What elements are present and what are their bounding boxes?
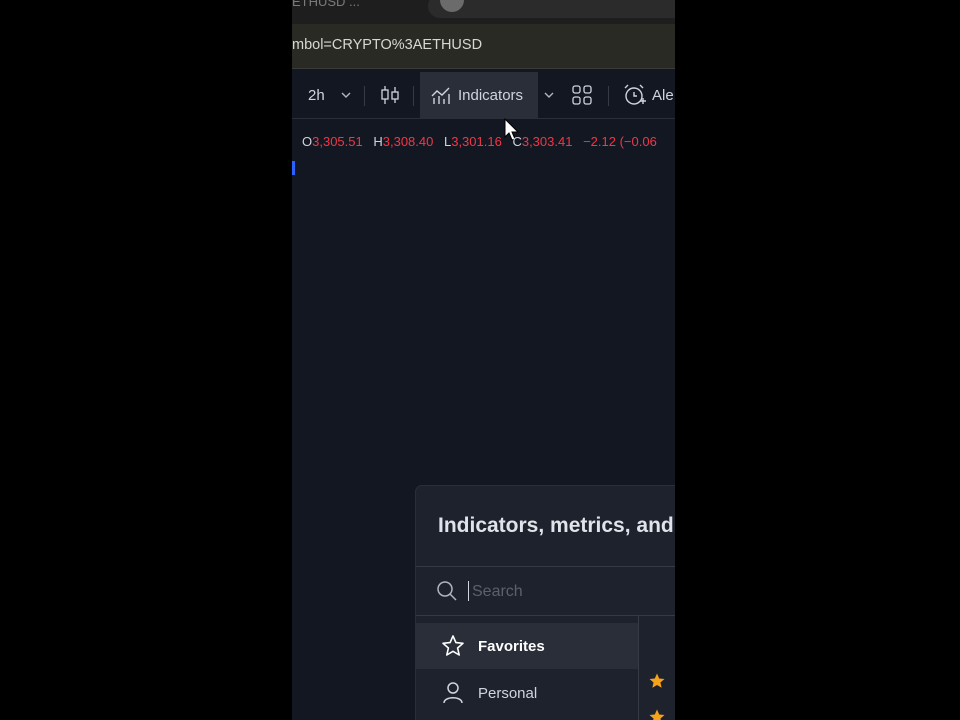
star-outline-icon (440, 634, 466, 658)
browser-tab-title[interactable]: ETHUSD ... (292, 0, 360, 9)
dialog-sidebar: Favorites Personal (416, 615, 639, 720)
grid-layout-icon (572, 85, 592, 105)
candlestick-icon (381, 86, 399, 104)
indicators-label: Indicators (458, 86, 524, 104)
address-bar[interactable]: mbol=CRYPTO%3AETHUSD (292, 24, 675, 69)
open-value: 3,305.51 (312, 134, 363, 149)
interval-dropdown-button[interactable] (340, 72, 352, 118)
indicators-button[interactable]: Indicators (420, 72, 538, 118)
sidebar-item-label: Favorites (478, 637, 545, 655)
high-value: 3,308.40 (382, 134, 434, 149)
open-label: O (302, 134, 313, 149)
sidebar-item-label: Personal (478, 684, 538, 702)
search-input[interactable] (470, 577, 675, 607)
toolbar-divider (413, 86, 414, 106)
sidebar-item-personal[interactable]: Personal (416, 670, 638, 716)
low-value: 3,301.16 (451, 134, 502, 149)
favorite-star-icon[interactable] (648, 708, 666, 720)
ohlc-legend: O3,305.51 H3,308.40 L3,301.16 C3,303.41 … (302, 134, 657, 149)
indicators-dropdown-button[interactable] (543, 72, 555, 118)
close-value: 3,303.41 (521, 134, 573, 149)
user-icon (440, 681, 466, 705)
alarm-clock-plus-icon (624, 84, 646, 105)
favorite-star-icon[interactable] (648, 672, 666, 690)
chevron-down-icon (544, 92, 554, 98)
toolbar-divider (608, 86, 609, 106)
search-icon (437, 581, 457, 601)
sidebar-item-favorites[interactable]: Favorites (416, 623, 638, 669)
dialog-title: Indicators, metrics, and (438, 514, 674, 537)
close-label: C (512, 134, 522, 149)
chevron-down-icon (341, 92, 351, 98)
high-label: H (373, 134, 383, 149)
text-caret (468, 581, 469, 601)
dialog-search-row (416, 566, 675, 616)
templates-button[interactable] (572, 72, 592, 118)
browser-tab[interactable] (428, 0, 675, 18)
chart-toolbar: 2h Indicators Ale (292, 72, 675, 175)
url-text[interactable]: mbol=CRYPTO%3AETHUSD (292, 37, 482, 53)
alert-button[interactable]: Ale (622, 72, 674, 118)
indicators-dialog: Indicators, metrics, and Favorites Perso… (416, 486, 675, 720)
alert-label: Ale (652, 86, 674, 104)
browser-tab-strip: ETHUSD ... (292, 0, 675, 24)
indicators-chart-icon (431, 87, 450, 104)
toolbar-divider (364, 86, 365, 106)
interval-button[interactable]: 2h (308, 72, 325, 118)
interval-label: 2h (308, 86, 325, 104)
browser-window: ETHUSD ... mbol=CRYPTO%3AETHUSD 2h Indic… (292, 0, 675, 720)
chart-type-button[interactable] (380, 72, 400, 118)
change-value: −2.12 (−0.06 (583, 134, 657, 149)
